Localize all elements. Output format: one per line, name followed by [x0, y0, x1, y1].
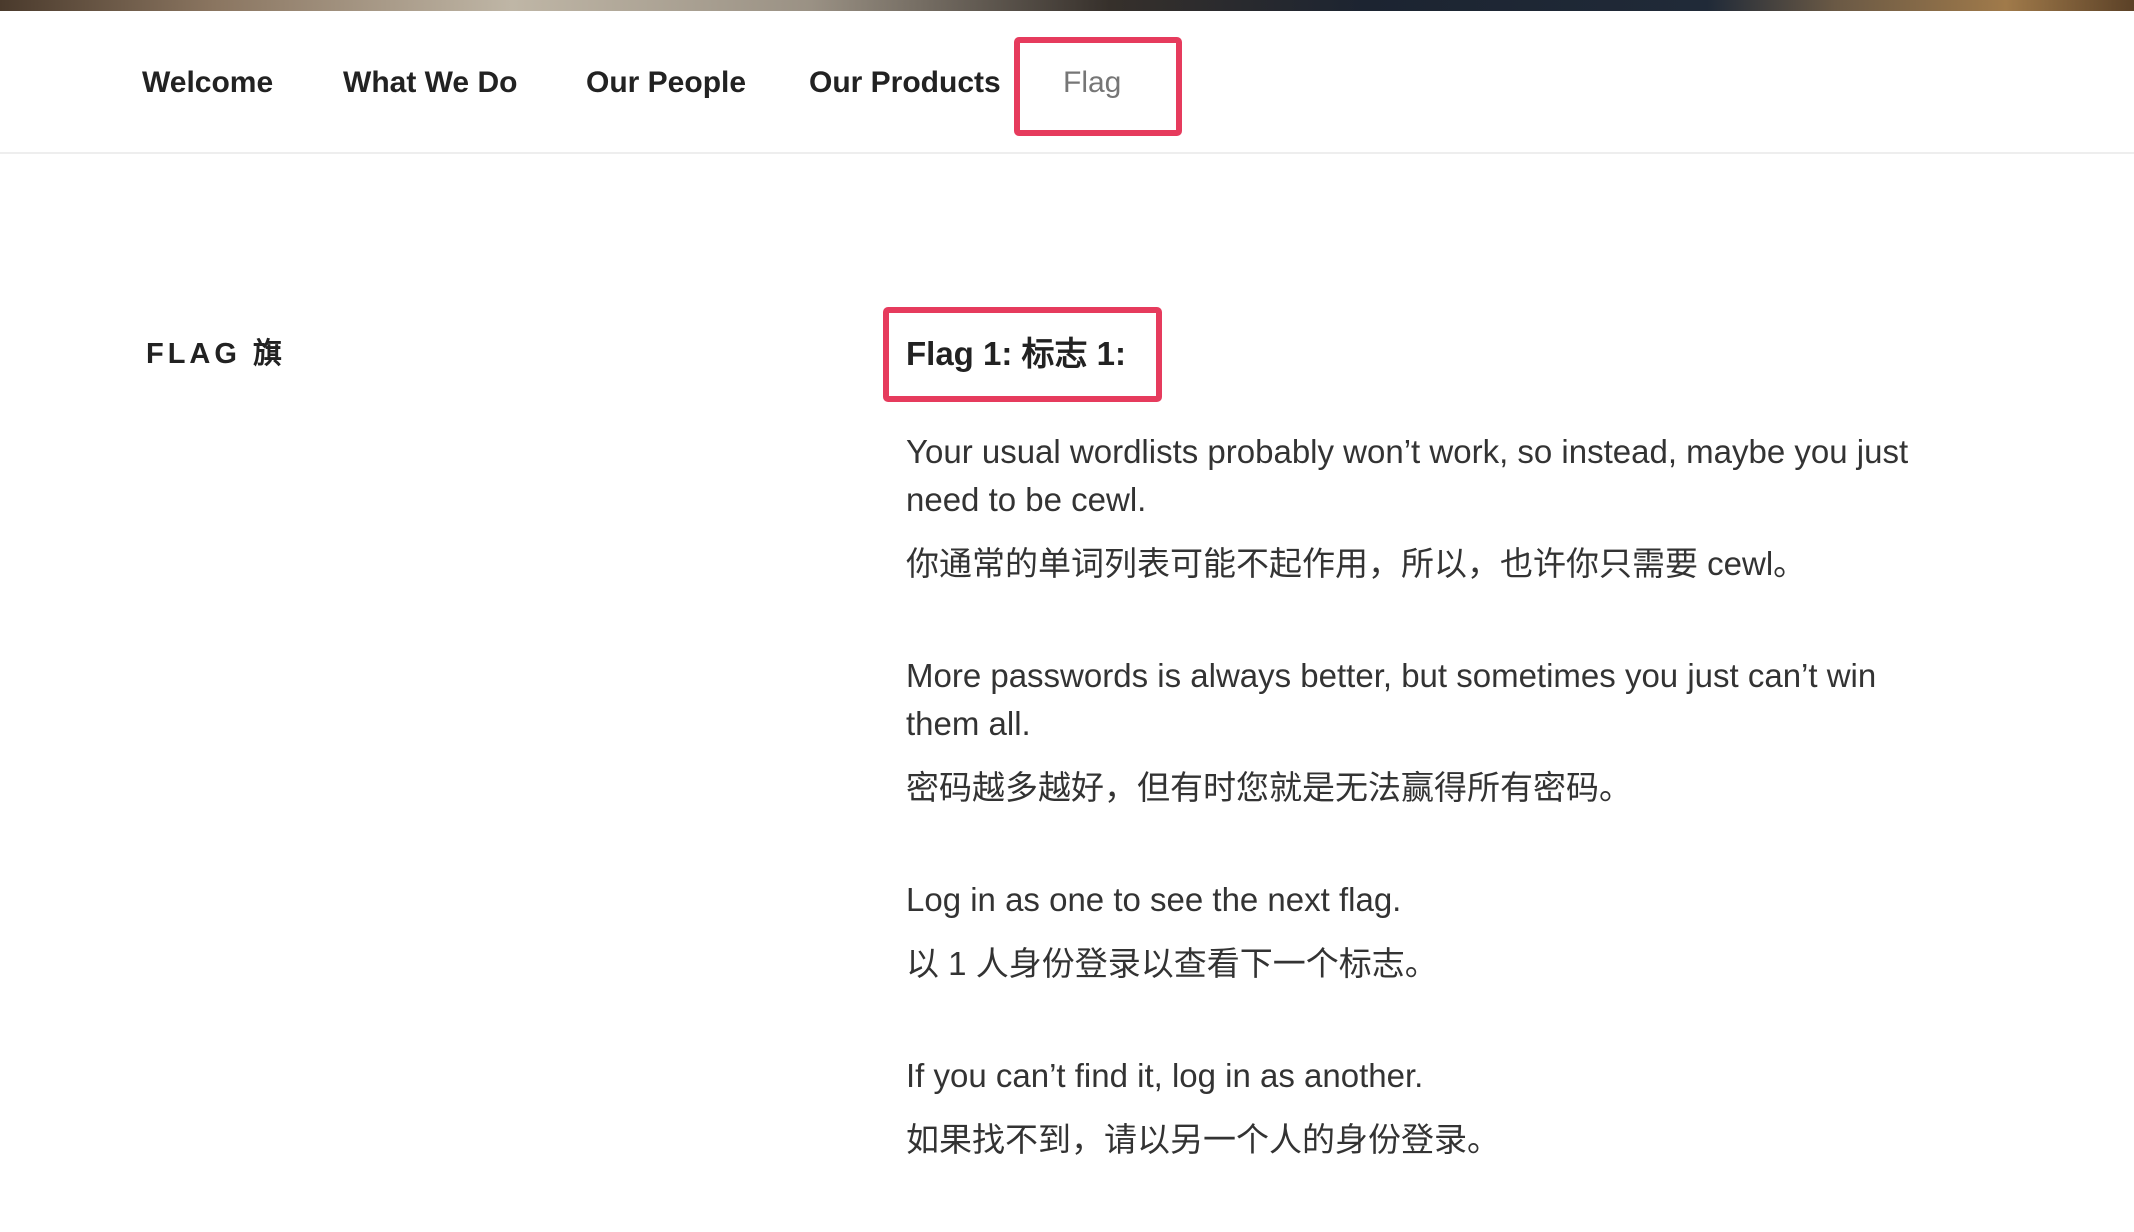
nav-item-our-people[interactable]: Our People	[586, 11, 746, 154]
flag-heading: Flag 1: 标志 1:	[906, 335, 1127, 372]
nav-item-what-we-do[interactable]: What We Do	[343, 11, 517, 154]
paragraph-login-hint-zh: 以 1 人身份登录以查看下一个标志。	[906, 945, 1438, 982]
nav-item-flag[interactable]: Flag	[1063, 11, 1121, 154]
nav-item-welcome[interactable]: Welcome	[142, 11, 273, 154]
paragraph-another-hint-zh: 如果找不到，请以另一个人的身份登录。	[906, 1121, 1500, 1158]
paragraph-wordlist-hint-zh: 你通常的单词列表可能不起作用，所以，也许你只需要 cewl。	[906, 545, 1807, 582]
nav-item-our-products[interactable]: Our Products	[809, 11, 1001, 154]
paragraph-passwords-hint-zh: 密码越多越好，但有时您就是无法赢得所有密码。	[906, 769, 1632, 806]
header-image	[0, 0, 2134, 11]
page-title: FLAG 旗	[146, 338, 286, 370]
paragraph-wordlist-hint: Your usual wordlists probably won’t work…	[906, 433, 1909, 518]
paragraph-passwords-hint: More passwords is always better, but som…	[906, 657, 1877, 742]
paragraph-login-hint: Log in as one to see the next flag.	[906, 881, 1402, 918]
paragraph-another-hint: If you can’t find it, log in as another.	[906, 1057, 1424, 1094]
top-navigation: Welcome What We Do Our People Our Produc…	[0, 11, 2134, 154]
